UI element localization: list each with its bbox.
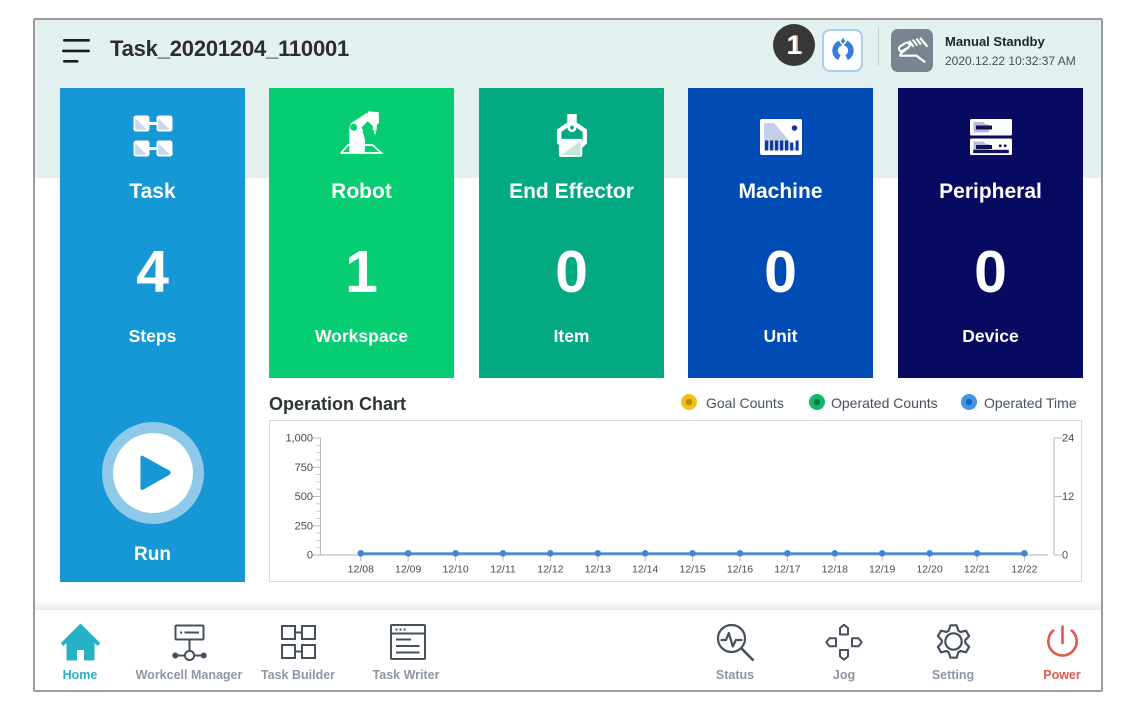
svg-text:0: 0 xyxy=(1062,550,1068,562)
svg-text:12/16: 12/16 xyxy=(727,564,753,576)
svg-text:12/19: 12/19 xyxy=(869,564,895,576)
svg-text:12/14: 12/14 xyxy=(632,564,658,576)
svg-text:500: 500 xyxy=(295,491,313,503)
svg-text:12/22: 12/22 xyxy=(1011,564,1037,576)
svg-text:12/10: 12/10 xyxy=(442,564,468,576)
svg-text:12/08: 12/08 xyxy=(348,564,374,576)
svg-text:12/20: 12/20 xyxy=(916,564,942,576)
svg-text:12/18: 12/18 xyxy=(822,564,848,576)
svg-text:12/17: 12/17 xyxy=(774,564,800,576)
svg-text:12/21: 12/21 xyxy=(964,564,990,576)
svg-text:0: 0 xyxy=(307,550,313,562)
svg-text:12/11: 12/11 xyxy=(490,564,516,576)
svg-text:1,000: 1,000 xyxy=(285,433,313,445)
svg-text:12/15: 12/15 xyxy=(679,564,705,576)
svg-text:24: 24 xyxy=(1062,433,1074,445)
svg-text:12: 12 xyxy=(1062,491,1074,503)
svg-text:12/13: 12/13 xyxy=(585,564,611,576)
svg-text:12/09: 12/09 xyxy=(395,564,421,576)
svg-text:250: 250 xyxy=(295,520,313,532)
svg-text:750: 750 xyxy=(295,462,313,474)
svg-text:12/12: 12/12 xyxy=(537,564,563,576)
